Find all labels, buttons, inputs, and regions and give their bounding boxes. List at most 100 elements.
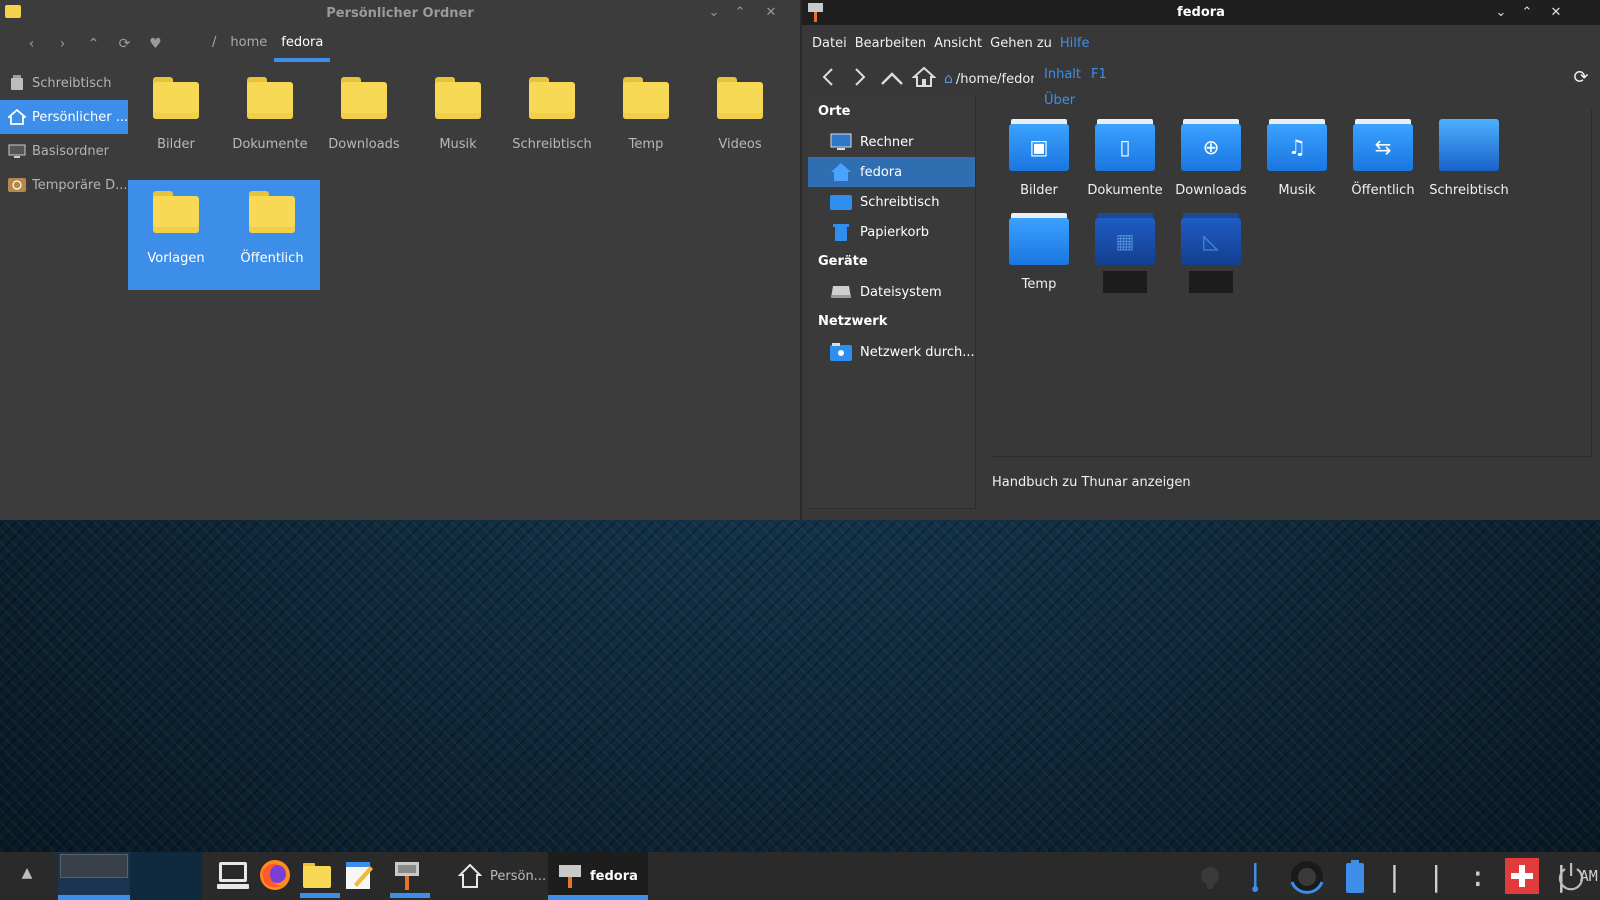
bookmark-icon[interactable]: ♥ [140, 36, 171, 52]
folder-icon [623, 77, 669, 119]
folder-item[interactable]: Musik [410, 66, 506, 176]
folder-icon [153, 77, 199, 119]
forward-icon[interactable]: › [47, 36, 78, 52]
task-label: fedora [590, 868, 638, 884]
folder-item[interactable]: Schreibtisch [1426, 109, 1512, 203]
breadcrumb-home[interactable]: home [223, 26, 274, 62]
forward-icon[interactable] [844, 67, 876, 92]
firefox-launcher-icon[interactable] [258, 858, 292, 892]
sidebar-item-schreibtisch[interactable]: Schreibtisch [0, 66, 128, 100]
menu-item-accel: F1 [1091, 67, 1107, 82]
videos-folder-icon: ▦ [1095, 213, 1155, 265]
folder-item[interactable]: ▣ Bilder [996, 109, 1082, 203]
workspace-1[interactable] [58, 852, 130, 900]
menu-item-inhalt[interactable]: Inhalt F1 [1034, 62, 1107, 88]
sidebar-item-temp[interactable]: Temporäre D... [0, 168, 128, 202]
sidebar: Schreibtisch Persönlicher ... Basisordne… [0, 66, 128, 202]
folder-item[interactable]: ◺ [1168, 203, 1254, 297]
thermometer-icon[interactable] [1248, 860, 1262, 894]
reload-icon[interactable]: ⟳ [109, 36, 140, 52]
home-icon [6, 108, 28, 125]
folder-label: Videos [718, 137, 762, 152]
sidebar-item-label: Temporäre D... [32, 177, 128, 193]
menu-gehen-zu[interactable]: Gehen zu [986, 36, 1056, 51]
window-title: Persönlicher Ordner [326, 5, 474, 21]
folder-item[interactable]: Downloads [316, 66, 412, 176]
folder-item[interactable]: Videos [692, 66, 788, 176]
location-bar[interactable]: ⌂ /home/fedora [944, 71, 1044, 87]
place-label: Dateisystem [860, 284, 942, 300]
close-icon[interactable]: ✕ [1545, 2, 1567, 24]
breadcrumb-root[interactable]: / [205, 26, 223, 62]
close-icon[interactable]: ✕ [761, 3, 781, 23]
task-fedora[interactable]: fedora [548, 852, 648, 900]
toolbar: ‹ › ⌃ ⟳ ♥ / home fedora [0, 26, 800, 62]
minimize-icon[interactable]: ⌄ [1490, 2, 1512, 24]
power-icon[interactable] [1556, 860, 1586, 894]
section-header-network: Netzwerk [818, 314, 888, 329]
bulb-icon[interactable] [1198, 860, 1222, 894]
folder-item[interactable]: Temp [598, 66, 694, 176]
place-label: fedora [860, 164, 903, 180]
location-path: /home/fedora [955, 71, 1044, 87]
battery-icon[interactable] [1344, 860, 1366, 894]
computer-icon [8, 143, 26, 159]
section-header-places: Orte [818, 104, 851, 119]
menu-bearbeiten[interactable]: Bearbeiten [851, 36, 930, 51]
breadcrumb-fedora[interactable]: fedora [274, 26, 331, 62]
minimize-icon[interactable]: ⌄ [704, 3, 724, 23]
launcher-running-indicator [390, 893, 430, 898]
file-manager-window-left: Persönlicher Ordner ⌄ ⌃ ✕ ‹ › ⌃ ⟳ ♥ / ho… [0, 0, 800, 520]
task-persoenlicher-ordner[interactable]: Persön... [448, 852, 548, 900]
pictures-folder-icon: ▣ [1009, 119, 1069, 171]
folder-label: Öffentlich [1351, 183, 1415, 198]
maximize-icon[interactable]: ⌃ [1516, 2, 1538, 24]
back-icon[interactable] [812, 67, 844, 92]
volume-knob-icon[interactable] [1288, 860, 1326, 894]
thunar-launcher-icon[interactable] [390, 858, 430, 898]
folder-item[interactable]: Schreibtisch [504, 66, 600, 176]
menu-datei[interactable]: Datei [808, 36, 851, 51]
swiss-flag-icon[interactable] [1505, 858, 1539, 894]
home-icon[interactable] [908, 66, 940, 93]
up-icon[interactable] [876, 67, 908, 91]
folder-item[interactable]: ▦ [1082, 203, 1168, 297]
folder-item-selected[interactable]: Vorlagen [128, 180, 224, 290]
expand-up-icon[interactable]: ▲ [14, 865, 40, 887]
folder-item[interactable]: Bilder [128, 66, 224, 176]
refresh-icon[interactable]: ⟳ [1570, 67, 1592, 89]
terminal-launcher-icon[interactable] [216, 858, 250, 892]
folder-item[interactable]: ⊕ Downloads [1168, 109, 1254, 203]
folder-label: Bilder [157, 137, 195, 152]
maximize-icon[interactable]: ⌃ [730, 3, 750, 23]
text-editor-launcher-icon[interactable] [342, 858, 376, 892]
window-titlebar[interactable]: Persönlicher Ordner ⌄ ⌃ ✕ [0, 0, 800, 26]
sidebar-item-home[interactable]: Persönlicher ... [0, 100, 128, 134]
window-titlebar[interactable]: fedora ⌄ ⌃ ✕ [802, 0, 1600, 25]
files-launcher-icon[interactable] [300, 858, 340, 898]
folder-label-hidden [1189, 271, 1233, 293]
folder-item[interactable]: Dokumente [222, 66, 318, 176]
menu-ansicht[interactable]: Ansicht [930, 36, 986, 51]
place-fedora[interactable]: fedora [808, 157, 975, 187]
folder-item[interactable]: ♫ Musik [1254, 109, 1340, 203]
up-icon[interactable]: ⌃ [78, 36, 109, 52]
folder-item[interactable]: ▯ Dokumente [1082, 109, 1168, 203]
folder-item[interactable]: ⇆ Öffentlich [1340, 109, 1426, 203]
temp-folder-icon [1009, 213, 1069, 265]
breadcrumb: / home fedora [205, 26, 331, 62]
back-icon[interactable]: ‹ [16, 36, 47, 52]
place-schreibtisch[interactable]: Schreibtisch [808, 187, 975, 217]
folder-item[interactable]: Temp [996, 203, 1082, 297]
menu-hilfe[interactable]: Hilfe [1056, 36, 1094, 51]
icon-view: ▣ Bilder ▯ Dokumente ⊕ Downloads ♫ Musik… [992, 109, 1592, 457]
folder-label: Schreibtisch [512, 137, 592, 152]
place-netzwerk[interactable]: Netzwerk durch... [808, 337, 975, 367]
place-papierkorb[interactable]: Papierkorb [808, 217, 975, 247]
workspace-2[interactable] [130, 852, 202, 900]
place-dateisystem[interactable]: Dateisystem [808, 277, 975, 307]
folder-item-selected[interactable]: Öffentlich [224, 180, 320, 290]
place-label: Papierkorb [860, 224, 930, 240]
place-rechner[interactable]: Rechner [808, 127, 975, 157]
sidebar-item-basisordner[interactable]: Basisordner [0, 134, 128, 168]
